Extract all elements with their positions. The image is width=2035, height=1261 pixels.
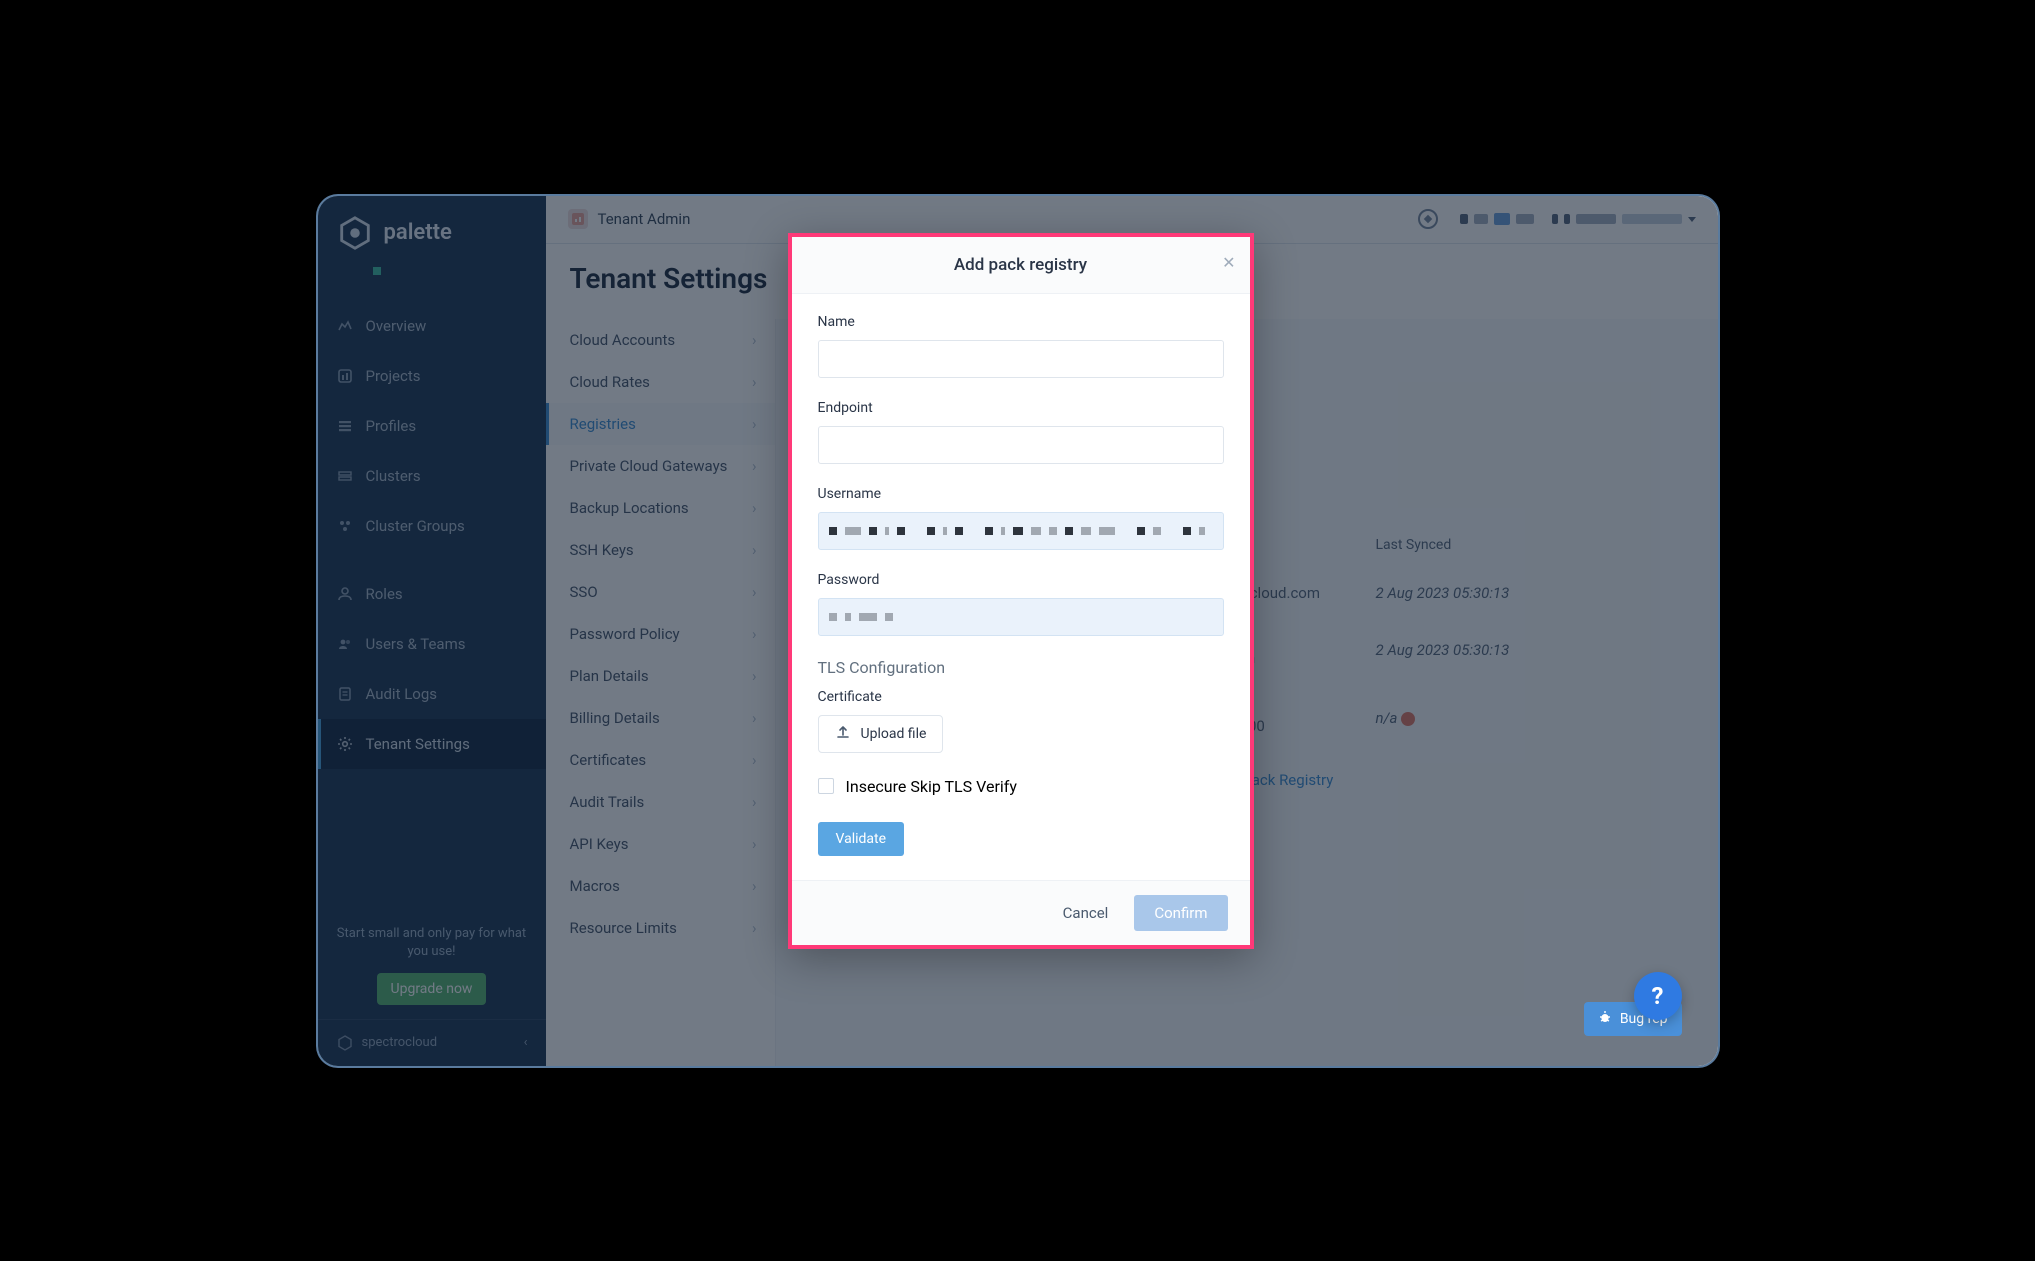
- password-input[interactable]: [818, 598, 1224, 636]
- skip-tls-label: Insecure Skip TLS Verify: [846, 777, 1017, 796]
- modal-title: Add pack registry: [954, 255, 1087, 275]
- confirm-button[interactable]: Confirm: [1134, 895, 1227, 931]
- close-icon[interactable]: ✕: [1222, 253, 1235, 272]
- upload-icon: [835, 724, 851, 744]
- name-label: Name: [818, 314, 1224, 330]
- certificate-label: Certificate: [818, 689, 1224, 705]
- help-fab[interactable]: ?: [1634, 972, 1682, 1020]
- endpoint-label: Endpoint: [818, 400, 1224, 416]
- tls-section-title: TLS Configuration: [818, 658, 1224, 677]
- checkbox-icon[interactable]: [818, 778, 834, 794]
- username-label: Username: [818, 486, 1224, 502]
- add-pack-registry-modal: Add pack registry ✕ Name Endpoint Userna…: [788, 233, 1254, 949]
- upload-file-button[interactable]: Upload file: [818, 715, 944, 753]
- password-label: Password: [818, 572, 1224, 588]
- bug-icon: [1598, 1010, 1612, 1028]
- validate-button[interactable]: Validate: [818, 822, 905, 856]
- name-input[interactable]: [818, 340, 1224, 378]
- upload-button-label: Upload file: [861, 726, 927, 742]
- skip-tls-verify-row[interactable]: Insecure Skip TLS Verify: [818, 777, 1224, 796]
- username-input[interactable]: [818, 512, 1224, 550]
- endpoint-input[interactable]: [818, 426, 1224, 464]
- cancel-button[interactable]: Cancel: [1049, 895, 1123, 931]
- question-icon: ?: [1652, 982, 1664, 1010]
